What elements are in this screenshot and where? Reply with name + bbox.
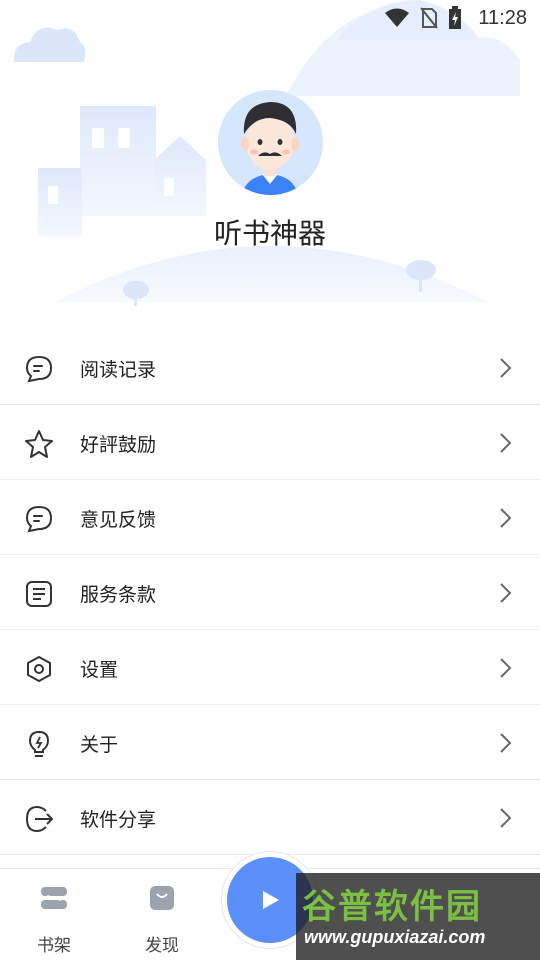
chevron-right-icon	[500, 583, 512, 603]
menu-item-label: 关于	[80, 734, 119, 756]
menu-item-label: 服务条款	[80, 584, 157, 606]
watermark-url: www.gupuxiazai.com	[304, 927, 486, 947]
chevron-right-icon	[500, 658, 512, 678]
nickname: 听书神器	[213, 217, 326, 250]
watermark-title: 谷普软件园	[302, 887, 482, 927]
profile-header: 听书神器	[0, 0, 540, 320]
status-bar: 11:28	[0, 0, 540, 36]
chevron-right-icon	[500, 508, 512, 528]
shopping-bag-icon	[150, 886, 174, 910]
menu-item-label: 意见反馈	[80, 509, 157, 531]
avatar-character-icon	[218, 90, 323, 195]
menu-item-label: 阅读记录	[80, 359, 157, 381]
status-icons	[384, 6, 462, 30]
menu-item-feedback[interactable]: 意见反馈	[0, 480, 540, 555]
watermark: 谷普软件园 www.gupuxiazai.com	[296, 873, 540, 960]
avatar[interactable]	[218, 90, 323, 195]
menu-item-about[interactable]: 关于	[0, 705, 540, 780]
hexagon-settings-icon	[27, 656, 51, 682]
menu-item-label: 好評鼓励	[80, 434, 157, 456]
no-sim-icon	[420, 7, 438, 29]
star-icon	[25, 430, 53, 458]
chat-bubble-icon	[25, 355, 53, 383]
battery-charging-icon	[449, 6, 461, 29]
chat-bubble-icon	[25, 505, 53, 533]
chevron-right-icon	[500, 433, 512, 453]
nav-label-bookshelf: 书架	[37, 936, 71, 956]
menu-item-rate-us[interactable]: 好評鼓励	[0, 405, 540, 480]
menu-item-terms[interactable]: 服务条款	[0, 555, 540, 630]
nav-label-discover: 发现	[145, 936, 179, 956]
chevron-right-icon	[500, 733, 512, 753]
nav-tab-bookshelf[interactable]: 书架	[24, 883, 84, 956]
nav-tab-discover[interactable]: 发现	[132, 883, 192, 956]
wifi-icon	[385, 8, 409, 27]
document-icon	[26, 581, 52, 607]
menu-item-label: 设置	[80, 659, 119, 681]
chevron-right-icon	[500, 808, 512, 828]
menu-item-settings[interactable]: 设置	[0, 630, 540, 705]
lightbulb-icon	[28, 730, 50, 757]
share-arrow-icon	[25, 805, 54, 833]
chevron-right-icon	[500, 358, 512, 378]
menu-item-label: 软件分享	[80, 809, 157, 831]
menu-list: 阅读记录 好評鼓励 意见反馈 服务条款 设置 关于 软件分享	[0, 330, 540, 855]
bookshelf-icon	[41, 887, 67, 909]
play-icon	[263, 891, 279, 909]
menu-item-reading-history[interactable]: 阅读记录	[0, 330, 540, 405]
status-time: 11:28	[478, 7, 527, 29]
menu-item-share[interactable]: 软件分享	[0, 780, 540, 855]
